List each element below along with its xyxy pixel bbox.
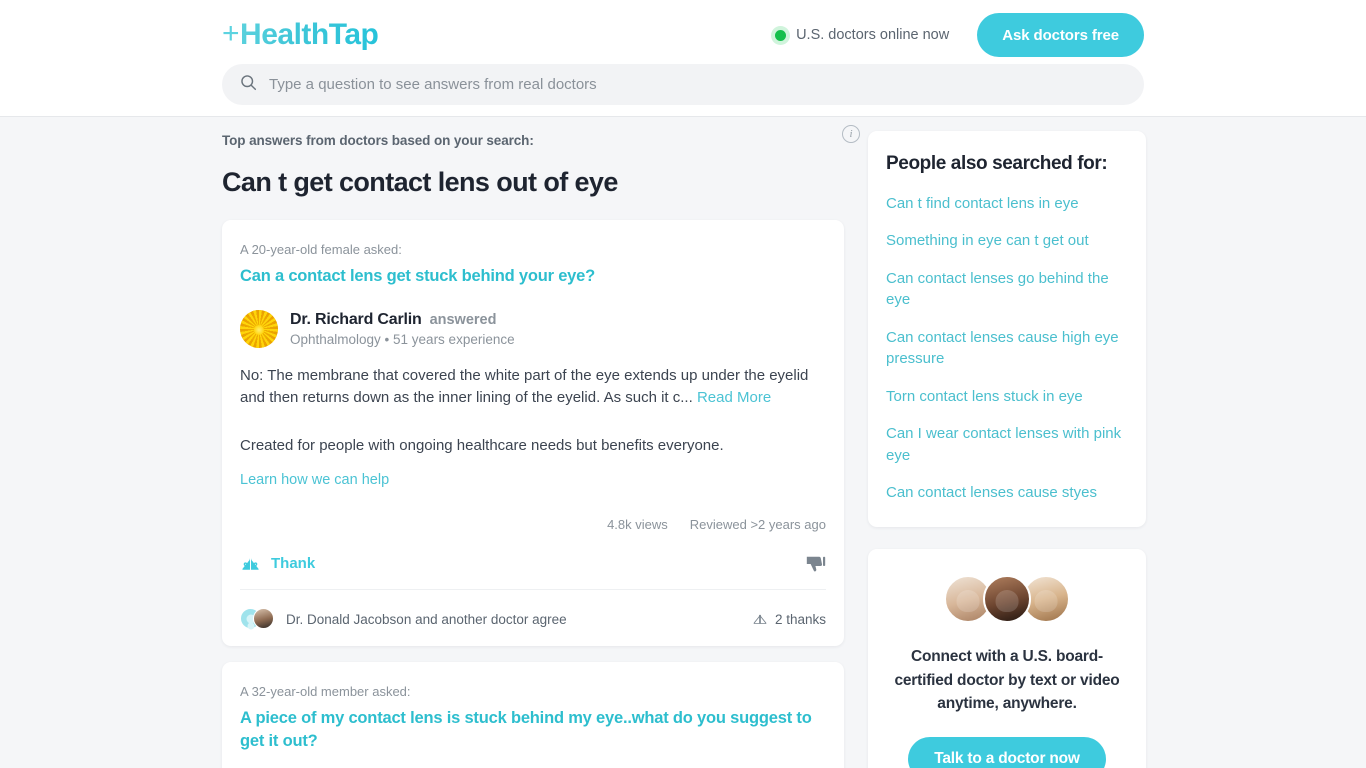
answered-tag: answered — [429, 312, 497, 329]
agree-text: Dr. Donald Jacobson and another doctor a… — [286, 611, 567, 627]
doctor-info: Dr. Richard Carlin answered Ophthalmolog… — [290, 311, 515, 347]
header-inner: + HealthTap U.S. doctors online now Ask d… — [0, 0, 1366, 105]
online-status: U.S. doctors online now — [775, 27, 949, 43]
cta-doctor-avatars — [886, 575, 1128, 624]
doctor-name[interactable]: Dr. Richard Carlin — [290, 311, 422, 329]
main-column: Top answers from doctors based on your s… — [222, 117, 860, 768]
talk-to-a-doctor-now-button[interactable]: Talk to a doctor now — [908, 737, 1106, 768]
question-link[interactable]: Can a contact lens get stuck behind your… — [240, 265, 826, 288]
reviewed-date: Reviewed >2 years ago — [689, 517, 826, 533]
search-input[interactable] — [269, 76, 1126, 93]
answer-actions-row: Thank — [240, 552, 826, 591]
thanks-hands-icon — [752, 610, 768, 628]
thank-label: Thank — [271, 555, 316, 573]
online-status-dot-icon — [775, 29, 787, 41]
thanks-count-label: 2 thanks — [774, 611, 826, 627]
agree-left-group: Dr. Donald Jacobson and another doctor a… — [240, 608, 567, 630]
views-count: 4.8k views — [607, 517, 668, 533]
ask-doctors-free-button[interactable]: Ask doctors free — [977, 13, 1144, 57]
plus-icon: + — [222, 17, 240, 50]
asker-label: A 32-year-old member asked: — [240, 684, 411, 700]
related-search-link[interactable]: Can contact lenses cause high eye pressu… — [886, 327, 1128, 370]
agreeing-doctor-avatars[interactable] — [240, 608, 276, 630]
header-top-row: + HealthTap U.S. doctors online now Ask d… — [222, 0, 1144, 62]
read-more-link[interactable]: Read More — [697, 389, 771, 406]
related-search-link[interactable]: Something in eye can t get out — [886, 230, 1128, 251]
related-search-link[interactable]: Can contact lenses go behind the eye — [886, 268, 1128, 311]
answer-body: No: The membrane that covered the white … — [240, 365, 826, 408]
talk-to-doctor-cta-card: Connect with a U.S. board-certified doct… — [868, 549, 1146, 768]
healthtap-logo[interactable]: + HealthTap — [222, 17, 379, 51]
asker-label: A 20-year-old female asked: — [240, 242, 402, 258]
thanks-count: 2 thanks — [752, 610, 826, 628]
thank-button[interactable]: Thank — [240, 552, 315, 575]
question-link[interactable]: A piece of my contact lens is stuck behi… — [240, 707, 826, 753]
site-header: + HealthTap U.S. doctors online now Ask d… — [0, 0, 1366, 117]
cta-headline: Connect with a U.S. board-certified doct… — [894, 648, 1120, 712]
doctor-row: Dr. Richard Carlin answered Ophthalmolog… — [240, 310, 826, 349]
people-also-searched-title: People also searched for: — [886, 153, 1108, 174]
info-icon[interactable]: i — [842, 124, 860, 143]
doctor-name-line: Dr. Richard Carlin answered — [290, 311, 515, 329]
thumbs-down-icon[interactable] — [804, 554, 826, 574]
search-bar[interactable] — [222, 64, 1144, 105]
praying-hands-icon — [240, 552, 261, 575]
agree-row: Dr. Donald Jacobson and another doctor a… — [240, 608, 826, 630]
answer-card: A 20-year-old female asked: Can a contac… — [222, 220, 844, 647]
related-search-link[interactable]: Can I wear contact lenses with pink eye — [886, 423, 1128, 466]
kicker-row: Top answers from doctors based on your s… — [222, 117, 860, 148]
answer-card: A 32-year-old member asked: A piece of m… — [222, 662, 844, 768]
page-body: Top answers from doctors based on your s… — [0, 117, 1366, 768]
header-right-group: U.S. doctors online now Ask doctors free — [775, 13, 1144, 57]
page-title: Can t get contact lens out of eye — [222, 167, 618, 197]
cta-avatar — [983, 575, 1031, 624]
doctor-avatar[interactable] — [240, 310, 278, 349]
online-status-label: U.S. doctors online now — [796, 27, 950, 43]
promo-text: Created for people with ongoing healthca… — [240, 437, 724, 455]
learn-how-we-can-help-link[interactable]: Learn how we can help — [240, 472, 389, 488]
logo-wordmark: HealthTap — [240, 18, 379, 51]
answer-stats-row: 4.8k views Reviewed >2 years ago — [240, 517, 826, 532]
agree-avatar-photo — [253, 608, 274, 630]
related-search-link[interactable]: Can contact lenses cause styes — [886, 482, 1128, 503]
people-also-searched-card: People also searched for: Can t find con… — [868, 131, 1146, 528]
doctor-credentials: Ophthalmology • 51 years experience — [290, 332, 515, 348]
search-icon — [240, 74, 257, 96]
sidebar: People also searched for: Can t find con… — [868, 117, 1146, 768]
related-search-link[interactable]: Torn contact lens stuck in eye — [886, 386, 1128, 407]
related-search-link[interactable]: Can t find contact lens in eye — [886, 193, 1128, 214]
results-kicker: Top answers from doctors based on your s… — [222, 133, 534, 148]
